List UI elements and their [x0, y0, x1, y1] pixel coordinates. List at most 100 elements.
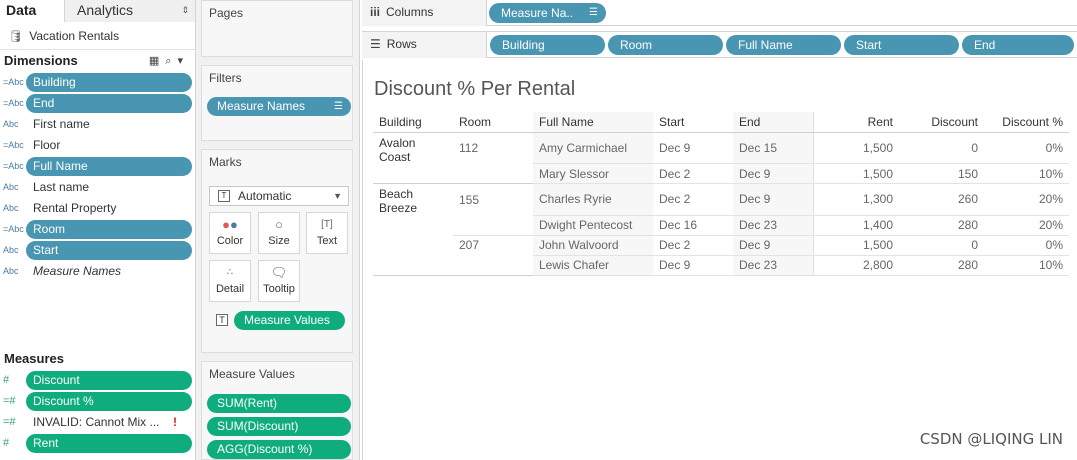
measures-field[interactable]: # Rent	[0, 433, 195, 454]
cell-building[interactable]	[373, 235, 453, 255]
cell-room[interactable]: 112	[453, 132, 533, 164]
header-full-name[interactable]: Full Name	[533, 112, 653, 133]
cell-full-name[interactable]: Mary Slessor	[533, 163, 653, 184]
rows-shelf[interactable]: ☰ Rows Building Room Full Name Start End	[362, 31, 1077, 58]
cell-start[interactable]: Dec 16	[653, 215, 733, 236]
text-encoding-icon: T	[216, 314, 228, 326]
tab-scroll-icon[interactable]: ⇕	[181, 0, 189, 21]
mv-pill-agg-discount-pct[interactable]: AGG(Discount %)	[207, 440, 351, 459]
tab-data[interactable]: Data	[0, 0, 64, 22]
search-icon[interactable]: ⌕	[165, 55, 177, 67]
dimensions-field[interactable]: =Abc Full Name	[0, 156, 195, 177]
cell-building[interactable]: Avalon Coast	[373, 132, 453, 164]
rows-pill-start[interactable]: Start	[844, 35, 959, 55]
cell-discount-pct[interactable]: 20%	[984, 215, 1069, 236]
cell-full-name[interactable]: Amy Carmichael	[533, 132, 653, 164]
dimensions-field[interactable]: Abc First name	[0, 114, 195, 135]
cell-discount[interactable]: 0	[899, 132, 984, 164]
detail-button[interactable]: ∴ Detail	[209, 260, 251, 302]
cell-start[interactable]: Dec 2	[653, 163, 733, 184]
cell-rent[interactable]: 2,800	[812, 255, 899, 276]
cell-building[interactable]	[373, 215, 453, 235]
cell-room[interactable]	[453, 255, 533, 276]
marks-measure-values-pill[interactable]: Measure Values	[234, 311, 345, 330]
cell-end[interactable]: Dec 9	[733, 163, 813, 184]
cell-discount-pct[interactable]: 20%	[984, 183, 1069, 216]
rows-pill-end[interactable]: End	[962, 35, 1074, 55]
cell-start[interactable]: Dec 9	[653, 255, 733, 276]
cell-end[interactable]: Dec 23	[733, 255, 813, 276]
cell-full-name[interactable]: Charles Ryrie	[533, 183, 653, 216]
filter-measure-names-pill[interactable]: Measure Names ☰	[207, 97, 351, 116]
measures-field[interactable]: =# INVALID: Cannot Mix ...!	[0, 412, 195, 433]
cell-discount[interactable]: 260	[899, 183, 984, 216]
cell-rent[interactable]: 1,300	[812, 183, 899, 216]
tab-analytics[interactable]: Analytics ⇕	[64, 0, 195, 22]
header-rent[interactable]: Rent	[812, 112, 899, 133]
pages-card[interactable]: Pages	[201, 0, 353, 57]
cell-start[interactable]: Dec 2	[653, 235, 733, 256]
tooltip-button[interactable]: 🗨 Tooltip	[258, 260, 300, 302]
cell-discount-pct[interactable]: 0%	[984, 132, 1069, 164]
cell-end[interactable]: Dec 15	[733, 132, 813, 164]
cell-room[interactable]	[453, 215, 533, 236]
header-start[interactable]: Start	[653, 112, 733, 133]
rows-pill-full-name[interactable]: Full Name	[726, 35, 841, 55]
cell-end[interactable]: Dec 9	[733, 235, 813, 256]
header-discount[interactable]: Discount	[899, 112, 984, 133]
cell-building[interactable]	[373, 255, 453, 276]
color-button[interactable]: ●● Color	[209, 212, 251, 254]
cell-room[interactable]: 207	[453, 235, 533, 255]
cell-building[interactable]	[373, 163, 453, 184]
dimensions-field[interactable]: =Abc End	[0, 93, 195, 114]
cell-start[interactable]: Dec 9	[653, 132, 733, 164]
cell-full-name[interactable]: John Walvoord	[533, 235, 653, 256]
mark-type-select[interactable]: T Automatic ▼	[209, 186, 349, 206]
cell-discount[interactable]: 280	[899, 255, 984, 276]
cell-discount-pct[interactable]: 0%	[984, 235, 1069, 256]
view-list-icon[interactable]: ▦	[149, 55, 165, 67]
cell-discount-pct[interactable]: 10%	[984, 163, 1069, 184]
dimensions-field[interactable]: =Abc Floor	[0, 135, 195, 156]
cell-rent[interactable]: 1,500	[812, 235, 899, 256]
rows-pill-room[interactable]: Room	[608, 35, 723, 55]
cell-rent[interactable]: 1,500	[812, 163, 899, 184]
cell-end[interactable]: Dec 23	[733, 215, 813, 236]
cell-discount[interactable]: 0	[899, 235, 984, 256]
cell-rent[interactable]: 1,400	[812, 215, 899, 236]
cell-room[interactable]	[453, 163, 533, 184]
cell-discount-pct[interactable]: 10%	[984, 255, 1069, 276]
table-row: Lewis Chafer Dec 9 Dec 23 2,800 280 10%	[373, 255, 1069, 276]
mv-pill-sum-discount[interactable]: SUM(Discount)	[207, 417, 351, 436]
header-room[interactable]: Room	[453, 112, 533, 133]
dimensions-field[interactable]: Abc Last name	[0, 177, 195, 198]
header-building[interactable]: Building	[373, 112, 453, 133]
chevron-down-icon[interactable]: ▾	[177, 55, 189, 67]
rows-pill-building[interactable]: Building	[490, 35, 605, 55]
header-end[interactable]: End	[733, 112, 813, 133]
cell-room[interactable]: 155	[453, 184, 533, 216]
cell-end[interactable]: Dec 9	[733, 183, 813, 216]
filters-card[interactable]: Filters Measure Names ☰	[201, 65, 353, 141]
dimensions-field[interactable]: =Abc Room	[0, 219, 195, 240]
size-button[interactable]: ○ Size	[258, 212, 300, 254]
dimensions-field[interactable]: =Abc Building	[0, 72, 195, 93]
cell-rent[interactable]: 1,500	[812, 132, 899, 164]
columns-shelf[interactable]: iii Columns Measure Na.. ☰	[362, 0, 1077, 26]
columns-measure-names-pill[interactable]: Measure Na.. ☰	[489, 3, 606, 23]
mv-pill-sum-rent[interactable]: SUM(Rent)	[207, 394, 351, 413]
dimensions-field[interactable]: Abc Start	[0, 240, 195, 261]
cell-building[interactable]: Beach Breeze	[373, 184, 453, 215]
measures-field[interactable]: =# Discount %	[0, 391, 195, 412]
header-discount-pct[interactable]: Discount %	[984, 112, 1069, 133]
cell-full-name[interactable]: Lewis Chafer	[533, 255, 653, 276]
cell-discount[interactable]: 280	[899, 215, 984, 236]
text-button[interactable]: [T] Text	[306, 212, 348, 254]
cell-discount[interactable]: 150	[899, 163, 984, 184]
measures-field[interactable]: # Discount	[0, 370, 195, 391]
cell-start[interactable]: Dec 2	[653, 183, 733, 216]
datasource-item[interactable]: 🛢 Vacation Rentals	[0, 22, 195, 50]
cell-full-name[interactable]: Dwight Pentecost	[533, 215, 653, 236]
dimensions-field[interactable]: Abc Rental Property	[0, 198, 195, 219]
dimensions-field[interactable]: Abc Measure Names	[0, 261, 195, 282]
